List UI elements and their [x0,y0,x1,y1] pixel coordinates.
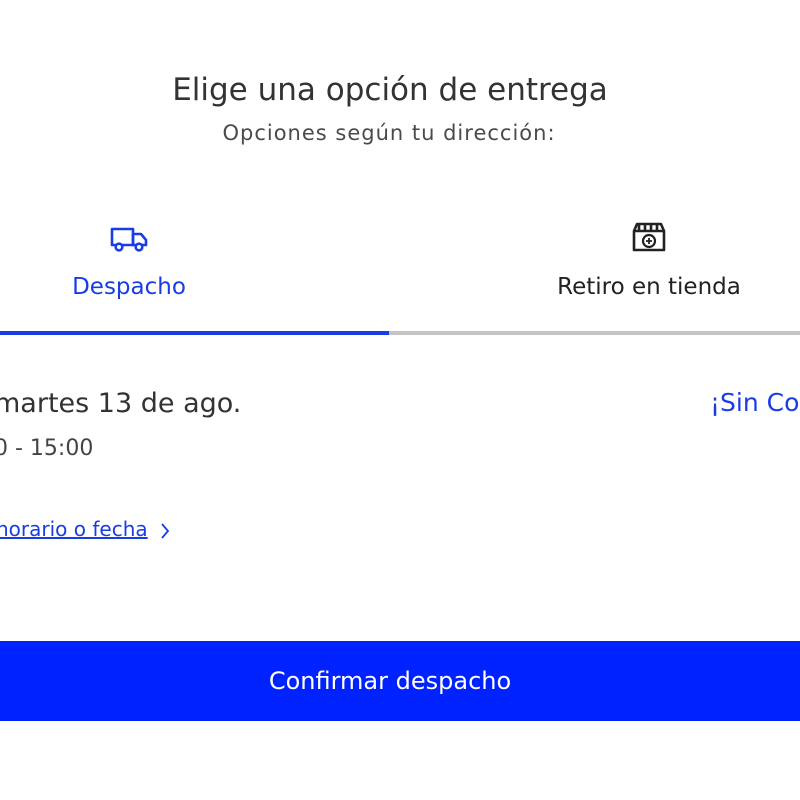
delivery-date: martes 13 de ago. [0,388,242,419]
change-schedule-link[interactable]: horario o fecha [0,517,170,541]
page-title: Elige una opción de entrega [172,72,608,108]
tab-retiro-en-tienda[interactable]: Retiro en tienda [520,210,778,335]
truck-icon [110,227,148,252]
delivery-price: ¡Sin Cos [710,388,800,417]
active-tab-indicator [0,331,389,335]
tab-despacho-label: Despacho [72,274,186,300]
confirm-delivery-button[interactable]: Confirmar despacho [0,641,800,721]
tab-retiro-label: Retiro en tienda [557,274,741,300]
store-icon [632,222,666,252]
confirm-delivery-label: Confirmar despacho [268,667,512,695]
chevron-right-icon [161,522,170,539]
tab-despacho[interactable]: Despacho [0,210,258,335]
change-schedule-link-label: horario o fecha [0,517,148,541]
page-subtitle: Opciones según tu dirección: [222,121,556,145]
delivery-options-page: Elige una opción de entrega Opciones seg… [0,0,800,800]
delivery-time-window: 0 - 15:00 [0,436,94,461]
